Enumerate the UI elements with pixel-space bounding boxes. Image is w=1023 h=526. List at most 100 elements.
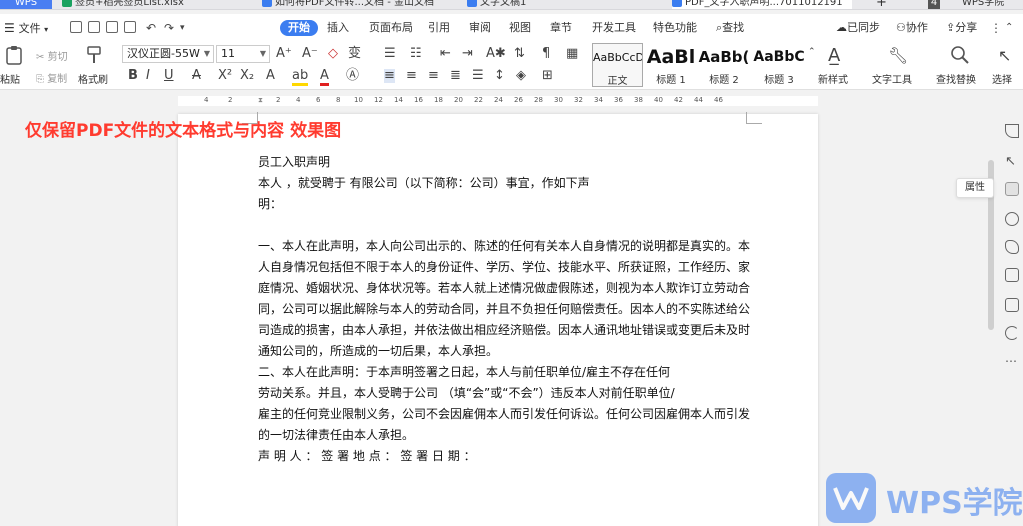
search-button[interactable]: ⌕查找 (716, 20, 744, 36)
menu-file[interactable]: ☰ 文件 ▾ (4, 20, 48, 36)
style-heading-3[interactable]: AaBbC 标题 3 (751, 43, 807, 87)
align-left-icon[interactable]: ≡ (384, 69, 395, 83)
increase-indent-icon[interactable]: ⇥ (462, 47, 473, 61)
horizontal-ruler[interactable]: 4 2 ⧗ 2 4 6 8 10 12 14 16 18 20 22 24 26… (0, 94, 990, 108)
ruler-tick: 44 (694, 96, 703, 104)
char-border-icon[interactable]: Ⓐ (346, 69, 359, 83)
italic-icon[interactable]: I (146, 69, 150, 83)
doc-line: 人自身情况包括但不限于本人的身份证件、学历、学位、技能水平、所获证照，工作经历、… (258, 260, 751, 274)
strikethrough-icon[interactable]: A (192, 69, 201, 83)
text-effect-icon[interactable]: A (266, 69, 275, 83)
show-marks-icon[interactable]: ¶ (542, 47, 550, 61)
sync-status[interactable]: ☁已同步 (836, 20, 880, 36)
align-right-icon[interactable]: ≡ (428, 69, 439, 83)
wps-academy-watermark: WPS学院 (886, 486, 1023, 521)
indent-marker-icon[interactable]: ⧗ (258, 96, 263, 105)
font-size-select[interactable]: 11 ▼ (216, 45, 270, 63)
table-layout-icon[interactable]: ▦ (566, 47, 578, 61)
borders-icon[interactable]: ⊞ (542, 69, 553, 83)
menu-lines-icon: ☰ (4, 21, 19, 35)
style-heading-2[interactable]: AaBb( 标题 2 (698, 43, 750, 87)
tab-chapter[interactable]: 章节 (550, 20, 572, 36)
tab-insert[interactable]: 插入 (327, 20, 349, 36)
tab-review[interactable]: 审阅 (469, 20, 491, 36)
sort-icon[interactable]: ⇅ (514, 47, 525, 61)
phonetic-icon[interactable]: 变 (348, 47, 361, 61)
bold-icon[interactable]: B (128, 69, 138, 83)
collapse-ribbon-icon[interactable]: ⌃ (1005, 21, 1013, 35)
superscript-icon[interactable]: X² (218, 69, 232, 83)
tab-special[interactable]: 特色功能 (653, 20, 697, 36)
select-label: 选择 (992, 75, 1012, 86)
print-icon[interactable] (106, 21, 118, 33)
cursor-icon[interactable]: ↖ (1005, 154, 1019, 169)
distribute-icon[interactable]: ☰ (472, 69, 484, 83)
pen-icon[interactable] (1005, 124, 1019, 138)
ruler-tick: 2 (228, 96, 233, 104)
document-page[interactable]: 员工入职声明 本人 ，就受聘于 有限公司（以下简称：公司）事宜，作如下声 明： … (178, 112, 818, 526)
grow-font-icon[interactable]: A⁺ (276, 47, 292, 61)
wps-home-tab[interactable]: WPS (0, 0, 52, 9)
decrease-indent-icon[interactable]: ⇤ (440, 47, 451, 61)
folder-icon[interactable] (88, 21, 100, 33)
tab-count-badge[interactable]: 4 (928, 0, 940, 9)
ruler-tick: 4 (204, 96, 209, 104)
ruler-tick: 4 (296, 96, 301, 104)
tab-view[interactable]: 视图 (509, 20, 531, 36)
undo-icon[interactable]: ↶ (146, 21, 156, 35)
tab-label: 签员+稻亮签员List.xlsx (75, 0, 184, 8)
underline-icon[interactable]: U (164, 69, 174, 83)
more-icon[interactable]: ⋮ (990, 21, 1002, 35)
bullets-icon[interactable]: ☰ (384, 47, 396, 61)
justify-icon[interactable]: ≣ (450, 69, 461, 83)
ruler-tick: 34 (594, 96, 603, 104)
refresh-icon[interactable] (1005, 326, 1019, 340)
line-spacing-icon[interactable]: ↕ (494, 69, 505, 83)
tab-active-pdf-doc[interactable]: PDF_文字入职声明...7011012191 (672, 0, 852, 9)
wps-academy-logo (826, 473, 876, 523)
align-center-icon[interactable]: ≡ (406, 69, 417, 83)
tab-developer[interactable]: 开发工具 (592, 20, 636, 36)
account-button[interactable]: WPS学院 (962, 0, 1023, 9)
share-button[interactable]: ⇪分享 (946, 20, 977, 36)
document-body[interactable]: 员工入职声明 本人 ，就受聘于 有限公司（以下简称：公司）事宜，作如下声 明： … (258, 152, 751, 467)
style-normal[interactable]: AaBbCcD 正文 (592, 43, 643, 87)
shapes-icon[interactable] (1005, 240, 1019, 254)
preview-icon[interactable] (124, 21, 136, 33)
style-heading-1[interactable]: AaBl 标题 1 (645, 43, 697, 87)
copy-button[interactable]: ⎘ 复制 (36, 70, 67, 85)
more-icon[interactable]: ⋯ (1005, 354, 1019, 368)
chevron-down-icon[interactable]: ▾ (180, 21, 185, 35)
tab-doc1[interactable]: 文字文稿1 (467, 0, 647, 9)
grid-icon[interactable] (1005, 268, 1019, 282)
help-icon[interactable] (1005, 212, 1019, 226)
document-icon[interactable] (70, 21, 82, 33)
highlight-icon[interactable]: ab (292, 69, 309, 86)
tab-references[interactable]: 引用 (428, 20, 450, 36)
new-style-icon: A̲ (828, 45, 841, 66)
numbering-icon[interactable]: ☷ (410, 47, 422, 61)
doc-line: 司造成的损害，由本人承担，并依法做出相应经济赔偿。因本人通讯地址错误或变更后未及… (258, 323, 751, 337)
clear-format-icon[interactable]: ◇ (328, 47, 338, 61)
shading-icon[interactable]: ◈ (516, 69, 526, 83)
image-icon[interactable] (1005, 298, 1019, 312)
font-name-value: 汉仪正圆-55W (127, 47, 200, 60)
collab-button[interactable]: ⚇协作 (896, 20, 928, 36)
cut-button[interactable]: ✂ 剪切 (36, 48, 68, 63)
tab-spreadsheet[interactable]: 签员+稻亮签员List.xlsx (62, 0, 252, 9)
shrink-font-icon[interactable]: A⁻ (302, 47, 318, 61)
font-color-icon[interactable]: A (320, 69, 329, 86)
tab-kdocs[interactable]: 如何将PDF文件转...文档 - 金山文档 (262, 0, 452, 9)
ruler-tick: 12 (374, 96, 383, 104)
tab-page-layout[interactable]: 页面布局 (369, 20, 413, 36)
font-name-select[interactable]: 汉仪正圆-55W ▼ (122, 45, 214, 63)
new-tab-button[interactable]: + (876, 0, 890, 9)
chinese-layout-icon[interactable]: A✱ (486, 47, 506, 61)
redo-icon[interactable]: ↷ (164, 21, 174, 35)
cursor-icon: ↖ (998, 46, 1012, 65)
find-replace-label: 查找替换 (936, 75, 976, 86)
styles-scroll-icon[interactable]: ⌃ (808, 45, 816, 59)
properties-icon[interactable] (1005, 182, 1019, 196)
subscript-icon[interactable]: X₂ (240, 69, 254, 83)
tab-start[interactable]: 开始 (280, 20, 318, 36)
